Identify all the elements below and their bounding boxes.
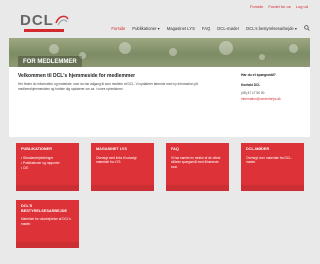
card-bestyrelsesarbejde[interactable]: DCL'S BESTYRELSESARBEJDE Materiale for u…	[16, 200, 79, 248]
card-title: DCL-MØDER	[246, 147, 270, 151]
contact-email-link[interactable]: information@centerforlys.dk	[241, 97, 307, 101]
nav-item-dcl-moder[interactable]: DCL-møder	[217, 26, 239, 31]
card-text: Vi har samlet en række af de oftest stil…	[171, 155, 221, 169]
nav-item-forside[interactable]: Forside	[111, 26, 125, 31]
card-publikationer[interactable]: PUBLIKATIONER Standardvejledninger Publi…	[16, 143, 79, 191]
contact-sidebar: Har du et spørgsmål? Kontakt DCL (45) 47…	[241, 73, 307, 101]
util-link-forside[interactable]: Forside	[250, 4, 263, 9]
contact-label: Kontakt DCL	[241, 83, 261, 87]
card-title: PUBLIKATIONER	[21, 147, 52, 151]
utility-links: Forside Fordel for os Log ud	[250, 4, 308, 9]
card-title: MAGASINET LYS	[96, 147, 127, 151]
main-nav: Forside Publikationer ▾ Magasinet LYS FA…	[111, 25, 310, 31]
search-icon[interactable]	[304, 25, 310, 31]
nav-item-publikationer[interactable]: Publikationer ▾	[132, 26, 159, 31]
contact-question: Har du et spørgsmål?	[241, 73, 276, 77]
card-text: Materiale for udarbejdelse af DCL's møde…	[21, 217, 71, 226]
card-dcl-moder[interactable]: DCL-MØDER Oversigt over materiale fra DC…	[241, 143, 304, 191]
logo-text: DCL	[20, 12, 54, 29]
welcome-text: Her finder du information og materiale, …	[18, 82, 198, 91]
content-section: Velkommen til DCL's hjemmeside for medle…	[9, 67, 310, 137]
nav-item-faq[interactable]: FAQ	[202, 26, 210, 31]
card-text: Oversigt over materiale fra DCL-møder.	[246, 155, 292, 165]
card-title: FAQ	[171, 147, 179, 151]
nav-item-magasinet-lys[interactable]: Magasinet LYS	[167, 26, 195, 31]
logo-swirl-icon	[55, 15, 69, 26]
card-list-item[interactable]: CIE	[21, 166, 74, 171]
card-text: Oversigt med links til udvalgt materiale…	[96, 155, 137, 165]
contact-phone: (45) 47 17 50 00	[241, 91, 265, 95]
util-link-logout[interactable]: Log ud	[296, 4, 308, 9]
card-magasinet-lys[interactable]: MAGASINET LYS Oversigt med links til udv…	[91, 143, 154, 191]
util-link-fordel[interactable]: Fordel for os	[268, 4, 290, 9]
card-title: DCL'S BESTYRELSESARBEJDE	[21, 204, 67, 213]
card-list: Standardvejledninger Publikationer og ra…	[21, 156, 74, 171]
card-faq[interactable]: FAQ Vi har samlet en række af de oftest …	[166, 143, 229, 191]
logo-bar	[24, 29, 64, 32]
nav-item-bestyrelsesarbejde[interactable]: DCL's bestyrelsesarbejde ▾	[246, 26, 297, 31]
welcome-heading: Velkommen til DCL's hjemmeside for medle…	[18, 73, 136, 79]
page-title: FOR MEDLEMMER	[18, 56, 82, 67]
hero-banner: FOR MEDLEMMER	[9, 38, 310, 67]
logo[interactable]: DCL	[18, 10, 88, 32]
